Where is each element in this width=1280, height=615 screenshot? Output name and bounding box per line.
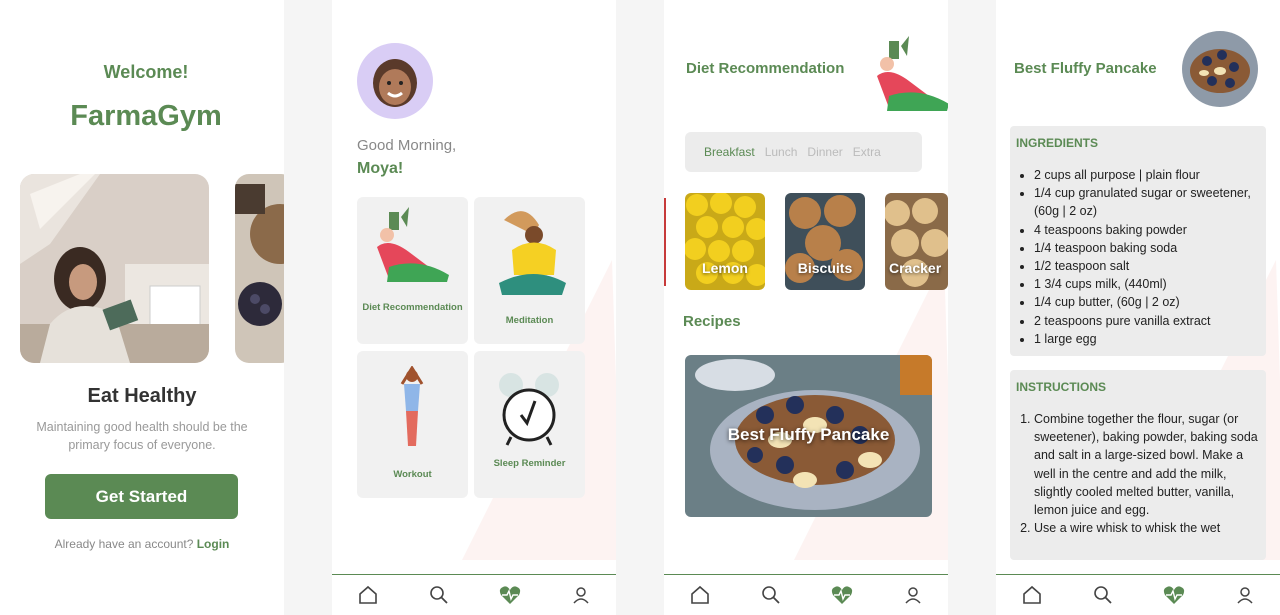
instruction-step: Combine together the flour, sugar (or sw… xyxy=(1034,410,1260,519)
ingredient-item: 1/4 cup granulated sugar or sweetener, (… xyxy=(1034,184,1260,220)
get-started-button[interactable]: Get Started xyxy=(45,474,238,519)
instructions-panel[interactable]: INSTRUCTIONS Combine together the flour,… xyxy=(1010,370,1266,560)
tile-label: Sleep Reminder xyxy=(493,458,566,469)
user-icon[interactable] xyxy=(1227,577,1263,613)
username: Moya! xyxy=(357,160,404,177)
tab-dinner[interactable]: Dinner xyxy=(807,145,842,159)
bottom-nav xyxy=(332,574,616,615)
tab-extra[interactable]: Extra xyxy=(853,145,881,159)
search-icon[interactable] xyxy=(753,577,789,613)
user-icon[interactable] xyxy=(895,577,931,613)
search-icon[interactable] xyxy=(1085,577,1121,613)
food-card-cracker[interactable]: Cracker xyxy=(885,193,948,290)
carousel-image-woman-reading[interactable] xyxy=(20,174,209,363)
food-card-biscuits[interactable]: Biscuits xyxy=(785,193,865,290)
bottom-nav xyxy=(664,574,948,615)
tab-lunch[interactable]: Lunch xyxy=(765,145,798,159)
workout-illustration-icon xyxy=(400,366,424,446)
ingredient-item: 2 cups all purpose | plain flour xyxy=(1034,166,1260,184)
login-prompt: Already have an account? Login xyxy=(0,537,284,551)
home-icon[interactable] xyxy=(1014,577,1050,613)
tile-label: Workout xyxy=(393,469,432,480)
heartbeat-icon[interactable] xyxy=(824,577,860,613)
ingredient-item: 1 3/4 cups milk, (440ml) xyxy=(1034,275,1260,293)
tile-sleep-reminder[interactable]: Sleep Reminder xyxy=(474,351,585,498)
page-title: Best Fluffy Pancake xyxy=(1014,60,1157,77)
tile-meditation[interactable]: Meditation xyxy=(474,197,585,344)
diet-recommendation-screen: Diet Recommendation Breakfast Lunch Dinn… xyxy=(664,0,948,615)
brand-title: FarmaGym xyxy=(70,100,222,132)
tab-breakfast[interactable]: Breakfast xyxy=(704,145,755,159)
ingredient-item: 4 teaspoons baking powder xyxy=(1034,221,1260,239)
onboarding-subtitle: Maintaining good health should be the pr… xyxy=(36,420,248,452)
welcome-text: Welcome! xyxy=(103,62,189,82)
ingredients-list: 2 cups all purpose | plain flour 1/4 cup… xyxy=(1016,166,1260,348)
search-icon[interactable] xyxy=(421,577,457,613)
ingredient-item: 1 large egg xyxy=(1034,330,1260,348)
ingredients-heading: INGREDIENTS xyxy=(1016,136,1099,150)
home-icon[interactable] xyxy=(682,577,718,613)
home-screen: Good Morning, Moya! Diet Recommendation … xyxy=(332,0,616,615)
onboarding-heading: Eat Healthy xyxy=(87,385,197,407)
instructions-list: Combine together the flour, sugar (or sw… xyxy=(1016,410,1260,537)
recipes-heading: Recipes xyxy=(683,313,741,330)
diet-illustration-icon xyxy=(877,36,948,111)
login-link[interactable]: Login xyxy=(197,537,230,551)
user-icon[interactable] xyxy=(563,577,599,613)
food-label: Cracker xyxy=(889,260,942,276)
food-label: Lemon xyxy=(702,260,748,276)
page-title: Diet Recommendation xyxy=(686,60,845,77)
recipe-card[interactable]: Best Fluffy Pancake xyxy=(685,355,932,517)
heartbeat-icon[interactable] xyxy=(492,577,528,613)
instructions-heading: INSTRUCTIONS xyxy=(1016,380,1106,394)
carousel-image-food[interactable] xyxy=(235,174,284,363)
bottom-nav xyxy=(996,574,1280,615)
greeting-text: Good Morning, xyxy=(357,137,457,154)
meal-tabs: Breakfast Lunch Dinner Extra xyxy=(685,132,922,172)
tile-workout[interactable]: Workout xyxy=(357,351,468,498)
instruction-step: Use a wire whisk to whisk the wet xyxy=(1034,519,1260,537)
recipe-title: Best Fluffy Pancake xyxy=(727,425,890,444)
home-icon[interactable] xyxy=(350,577,386,613)
food-card-lemon[interactable]: Lemon xyxy=(685,193,765,290)
avatar[interactable] xyxy=(357,43,433,119)
recipe-detail-screen: Best Fluffy Pancake INGREDIENTS 2 cups a… xyxy=(996,0,1280,615)
tile-label: Meditation xyxy=(505,315,554,326)
alarm-clock-icon xyxy=(499,373,559,446)
meditation-illustration-icon xyxy=(499,211,566,295)
diet-illustration-icon xyxy=(377,207,449,282)
food-label: Biscuits xyxy=(797,260,853,276)
heartbeat-icon[interactable] xyxy=(1156,577,1192,613)
tile-label: Diet Recommendation xyxy=(362,302,463,313)
ingredient-item: 1/2 teaspoon salt xyxy=(1034,257,1260,275)
ingredients-panel: INGREDIENTS 2 cups all purpose | plain f… xyxy=(1010,126,1266,356)
ingredient-item: 2 teaspoons pure vanilla extract xyxy=(1034,312,1260,330)
onboarding-screen: Welcome! FarmaGym Eat Healthy Maintainin… xyxy=(0,0,284,615)
recipe-thumbnail xyxy=(1182,31,1258,107)
carousel-edge xyxy=(664,198,666,286)
login-prompt-text: Already have an account? xyxy=(54,537,194,551)
ingredient-item: 1/4 teaspoon baking soda xyxy=(1034,239,1260,257)
ingredient-item: 1/4 cup butter, (60g | 2 oz) xyxy=(1034,293,1260,311)
tile-diet-recommendation[interactable]: Diet Recommendation xyxy=(357,197,468,344)
